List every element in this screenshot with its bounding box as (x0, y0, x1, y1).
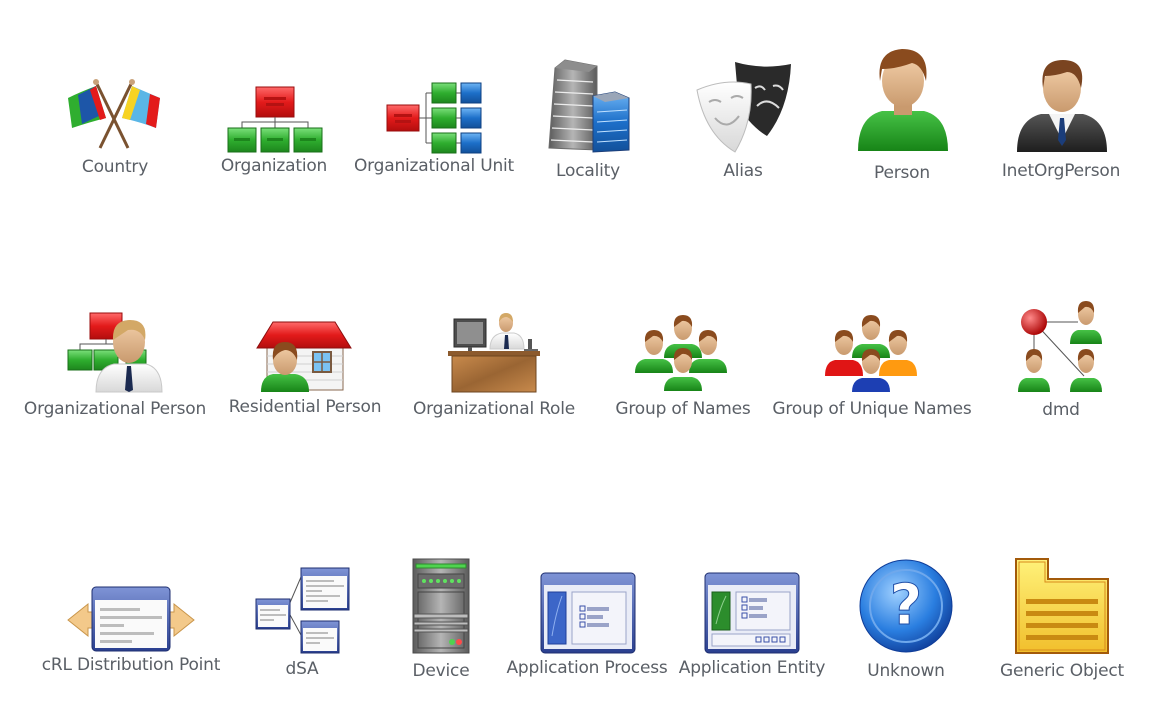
inetorgperson-item[interactable] (1015, 58, 1109, 154)
question-mark-icon: ? (859, 559, 953, 653)
organizational-person-label: Organizational Person (23, 399, 207, 419)
person-label: Person (874, 163, 930, 183)
device-item[interactable] (412, 558, 470, 654)
generic-object-item[interactable] (1014, 557, 1110, 655)
device-label: Device (412, 661, 470, 681)
organizational-role-label: Organizational Role (412, 399, 576, 419)
business-person-icon (1017, 60, 1107, 152)
generic-object-label: Generic Object (1000, 661, 1124, 681)
app-entity-window-icon (704, 572, 800, 654)
person-item[interactable] (856, 47, 950, 153)
application-process-label: Application Process (506, 658, 668, 678)
person-icon (858, 49, 948, 151)
dmd-network-icon (1018, 301, 1102, 392)
svg-text:?: ? (890, 573, 922, 638)
group-of-names-label: Group of Names (615, 399, 751, 419)
country-item[interactable] (66, 78, 162, 154)
app-process-window-icon (540, 572, 636, 654)
unknown-item[interactable]: ? (858, 558, 954, 654)
residential-person-item[interactable] (255, 320, 353, 392)
dsa-windows-icon (255, 567, 350, 654)
crl-distribution-point-item[interactable] (66, 586, 196, 654)
organizational-unit-label: Organizational Unit (353, 156, 515, 176)
dsa-label: dSA (285, 659, 319, 679)
locality-label: Locality (556, 161, 620, 181)
desk-person-icon (448, 313, 540, 393)
organizational-person-item[interactable] (66, 312, 164, 393)
crl-window-arrows-icon (67, 586, 195, 652)
generic-folder-icon (1015, 558, 1109, 654)
group-of-unique-names-item[interactable] (824, 312, 920, 392)
application-entity-item[interactable] (704, 572, 800, 654)
house-person-icon (256, 321, 352, 392)
residential-person-label: Residential Person (228, 397, 382, 417)
alias-label: Alias (723, 161, 763, 181)
unknown-label: Unknown (867, 661, 945, 681)
group-of-names-item[interactable] (635, 312, 732, 392)
country-label: Country (81, 157, 149, 177)
org-unit-tree-icon (386, 82, 482, 154)
application-entity-label: Application Entity (678, 658, 826, 678)
dmd-label: dmd (1042, 400, 1080, 420)
inetorgperson-label: InetOrgPerson (1001, 161, 1121, 181)
crossed-flags-icon (68, 79, 160, 149)
server-tower-icon (412, 558, 470, 654)
org-person-icon (67, 312, 163, 393)
group-icon (635, 315, 727, 391)
organization-label: Organization (220, 156, 328, 176)
group-of-unique-names-label: Group of Unique Names (772, 399, 972, 419)
dmd-item[interactable] (1014, 298, 1110, 394)
crl-distribution-point-label: cRL Distribution Point (41, 655, 221, 675)
colored-group-icon (825, 315, 917, 392)
buildings-icon (548, 59, 630, 153)
dsa-item[interactable] (255, 567, 351, 655)
org-chart-icon (227, 86, 323, 153)
organizational-role-item[interactable] (446, 311, 542, 393)
alias-item[interactable] (695, 58, 793, 154)
locality-item[interactable] (545, 59, 633, 154)
application-process-item[interactable] (540, 572, 636, 654)
organization-item[interactable] (226, 86, 324, 154)
organizational-unit-item[interactable] (386, 82, 482, 154)
theater-masks-icon (696, 62, 791, 153)
